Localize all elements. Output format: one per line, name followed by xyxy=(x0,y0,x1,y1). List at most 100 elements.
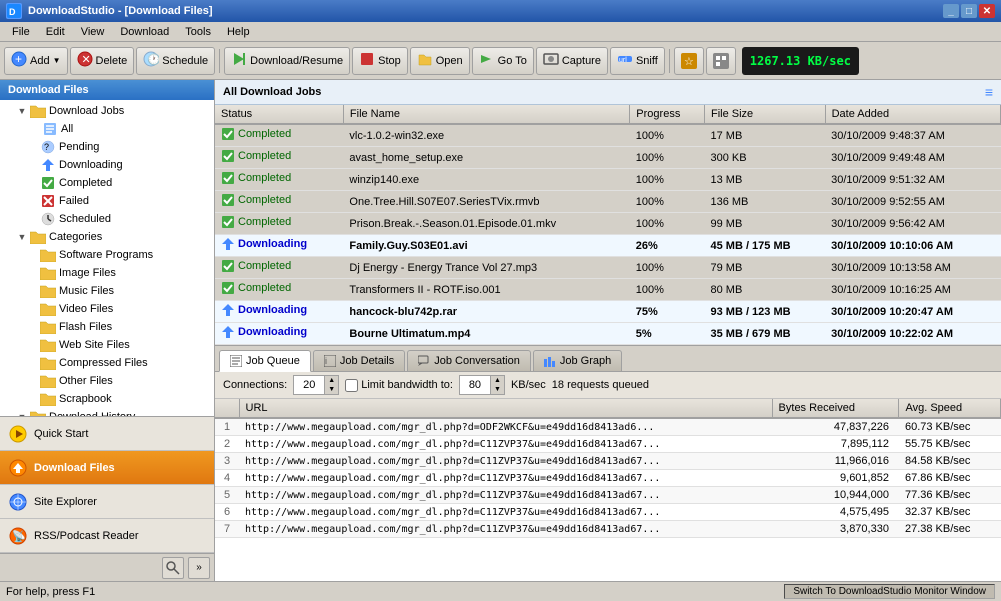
tree-all[interactable]: All xyxy=(0,120,214,138)
tree-failed[interactable]: Failed xyxy=(0,192,214,210)
connections-spinbox[interactable]: ▲ ▼ xyxy=(293,375,339,395)
add-button[interactable]: + Add ▼ xyxy=(4,47,68,75)
icon-btn-2[interactable] xyxy=(706,47,736,75)
table-row[interactable]: Completed winzip140.exe 100% 13 MB 30/10… xyxy=(215,169,1001,191)
cell-status: Completed xyxy=(215,257,343,279)
bandwidth-spinbox-btns: ▲ ▼ xyxy=(490,376,504,394)
connections-spinbox-btns: ▲ ▼ xyxy=(324,376,338,394)
maximize-button[interactable]: □ xyxy=(961,4,977,18)
bandwidth-input[interactable] xyxy=(460,378,490,392)
tree-video[interactable]: Video Files xyxy=(0,300,214,318)
connections-input[interactable] xyxy=(294,378,324,392)
goto-icon xyxy=(479,51,495,70)
url-table-row[interactable]: 7 http://www.megaupload.com/mgr_dl.php?d… xyxy=(215,521,1001,538)
nav-site-explorer[interactable]: Site Explorer xyxy=(0,485,214,519)
tab-job-graph[interactable]: Job Graph xyxy=(533,350,622,371)
menu-download[interactable]: Download xyxy=(112,24,177,40)
download-resume-button[interactable]: Download/Resume xyxy=(224,47,350,75)
table-row[interactable]: Downloading Family.Guy.S03E01.avi 26% 45… xyxy=(215,235,1001,257)
table-row[interactable]: Completed avast_home_setup.exe 100% 300 … xyxy=(215,147,1001,169)
tree-music[interactable]: Music Files xyxy=(0,282,214,300)
nav-download-files[interactable]: Download Files xyxy=(0,451,214,485)
table-row[interactable]: Completed Dj Energy - Energy Trance Vol … xyxy=(215,257,1001,279)
cell-progress: 100% xyxy=(630,124,705,147)
bandwidth-down-btn[interactable]: ▼ xyxy=(490,385,504,394)
cell-dateadded: 30/10/2009 10:16:25 AM xyxy=(825,279,1000,301)
url-table-row[interactable]: 5 http://www.megaupload.com/mgr_dl.php?d… xyxy=(215,487,1001,504)
schedule-button[interactable]: 🕐 Schedule xyxy=(136,47,215,75)
connections-up-btn[interactable]: ▲ xyxy=(324,376,338,385)
tree-other[interactable]: Other Files xyxy=(0,372,214,390)
tab-job-conversation[interactable]: Job Conversation xyxy=(407,350,531,371)
sidebar-tree: ▼ Download Jobs All ? Pending xyxy=(0,100,214,416)
goto-button[interactable]: Go To xyxy=(472,47,534,75)
cell-url: http://www.megaupload.com/mgr_dl.php?d=C… xyxy=(239,453,772,470)
bandwidth-up-btn[interactable]: ▲ xyxy=(490,376,504,385)
connections-down-btn[interactable]: ▼ xyxy=(324,385,338,394)
expand-icon: ▼ xyxy=(16,106,28,116)
tree-pending[interactable]: ? Pending xyxy=(0,138,214,156)
table-row[interactable]: Completed One.Tree.Hill.S07E07.SeriesTVi… xyxy=(215,191,1001,213)
url-table-row[interactable]: 1 http://www.megaupload.com/mgr_dl.php?d… xyxy=(215,418,1001,436)
url-table-row[interactable]: 2 http://www.megaupload.com/mgr_dl.php?d… xyxy=(215,436,1001,453)
cell-url: http://www.megaupload.com/mgr_dl.php?d=C… xyxy=(239,487,772,504)
tree-images[interactable]: Image Files xyxy=(0,264,214,282)
menu-file[interactable]: File xyxy=(4,24,38,40)
tab-job-queue[interactable]: Job Queue xyxy=(219,350,311,372)
capture-button[interactable]: Capture xyxy=(536,47,608,75)
bandwidth-spinbox[interactable]: ▲ ▼ xyxy=(459,375,505,395)
bandwidth-limit-checkbox[interactable] xyxy=(345,379,358,392)
sniff-button[interactable]: url Sniff xyxy=(610,47,665,75)
col-dateadded: Date Added xyxy=(825,105,1000,124)
cell-bytes-received: 10,944,000 xyxy=(772,487,899,504)
url-header-row: URL Bytes Received Avg. Speed xyxy=(215,399,1001,418)
title-bar: D DownloadStudio - [Download Files] _ □ … xyxy=(0,0,1001,22)
nav-quick-start[interactable]: Quick Start xyxy=(0,417,214,451)
cell-bytes-received: 9,601,852 xyxy=(772,470,899,487)
table-row[interactable]: Downloading hancock-blu742p.rar 75% 93 M… xyxy=(215,301,1001,323)
col-filesize: File Size xyxy=(704,105,825,124)
menu-help[interactable]: Help xyxy=(219,24,258,40)
tree-flash[interactable]: Flash Files xyxy=(0,318,214,336)
check-icon: Completed xyxy=(221,215,291,229)
col-status: Status xyxy=(215,105,343,124)
sidebar-search-btn[interactable] xyxy=(162,557,184,579)
table-row[interactable]: Completed Transformers II - ROTF.iso.001… xyxy=(215,279,1001,301)
icon-btn-1[interactable]: ☆ xyxy=(674,47,704,75)
menu-view[interactable]: View xyxy=(73,24,113,40)
nav-rss-reader[interactable]: 📡 RSS/Podcast Reader xyxy=(0,519,214,553)
tree-history[interactable]: ▼ Download History xyxy=(0,408,214,416)
table-row[interactable]: Completed vlc-1.0.2-win32.exe 100% 17 MB… xyxy=(215,124,1001,147)
tree-compressed[interactable]: Compressed Files xyxy=(0,354,214,372)
menu-edit[interactable]: Edit xyxy=(38,24,73,40)
stop-button[interactable]: Stop xyxy=(352,47,408,75)
menu-tools[interactable]: Tools xyxy=(177,24,219,40)
flash-folder-icon xyxy=(40,319,56,335)
cell-progress: 100% xyxy=(630,257,705,279)
tree-categories[interactable]: ▼ Categories xyxy=(0,228,214,246)
tree-website[interactable]: Web Site Files xyxy=(0,336,214,354)
tree-download-jobs[interactable]: ▼ Download Jobs xyxy=(0,102,214,120)
cell-url: http://www.megaupload.com/mgr_dl.php?d=O… xyxy=(239,418,772,436)
monitor-window-btn[interactable]: Switch To DownloadStudio Monitor Window xyxy=(784,584,995,599)
tab-job-details[interactable]: i Job Details xyxy=(313,350,405,371)
tree-scrapbook[interactable]: Scrapbook xyxy=(0,390,214,408)
table-row[interactable]: Completed Prison.Break.-.Season.01.Episo… xyxy=(215,213,1001,235)
sidebar-expand-btn[interactable]: » xyxy=(188,557,210,579)
minimize-button[interactable]: _ xyxy=(943,4,959,18)
close-button[interactable]: ✕ xyxy=(979,4,995,18)
cell-filesize: 99 MB xyxy=(704,213,825,235)
table-row[interactable]: Downloading Bourne Ultimatum.mp4 5% 35 M… xyxy=(215,323,1001,345)
tree-downloading[interactable]: Downloading xyxy=(0,156,214,174)
url-table-row[interactable]: 4 http://www.megaupload.com/mgr_dl.php?d… xyxy=(215,470,1001,487)
cell-url: http://www.megaupload.com/mgr_dl.php?d=C… xyxy=(239,436,772,453)
url-table-row[interactable]: 3 http://www.megaupload.com/mgr_dl.php?d… xyxy=(215,453,1001,470)
tree-software[interactable]: Software Programs xyxy=(0,246,214,264)
url-table-row[interactable]: 6 http://www.megaupload.com/mgr_dl.php?d… xyxy=(215,504,1001,521)
app-icon: D xyxy=(6,3,22,19)
svg-text:📡: 📡 xyxy=(12,529,26,543)
tree-scheduled[interactable]: Scheduled xyxy=(0,210,214,228)
tree-completed[interactable]: Completed xyxy=(0,174,214,192)
open-button[interactable]: Open xyxy=(410,47,470,75)
delete-button[interactable]: ✕ Delete xyxy=(70,47,135,75)
